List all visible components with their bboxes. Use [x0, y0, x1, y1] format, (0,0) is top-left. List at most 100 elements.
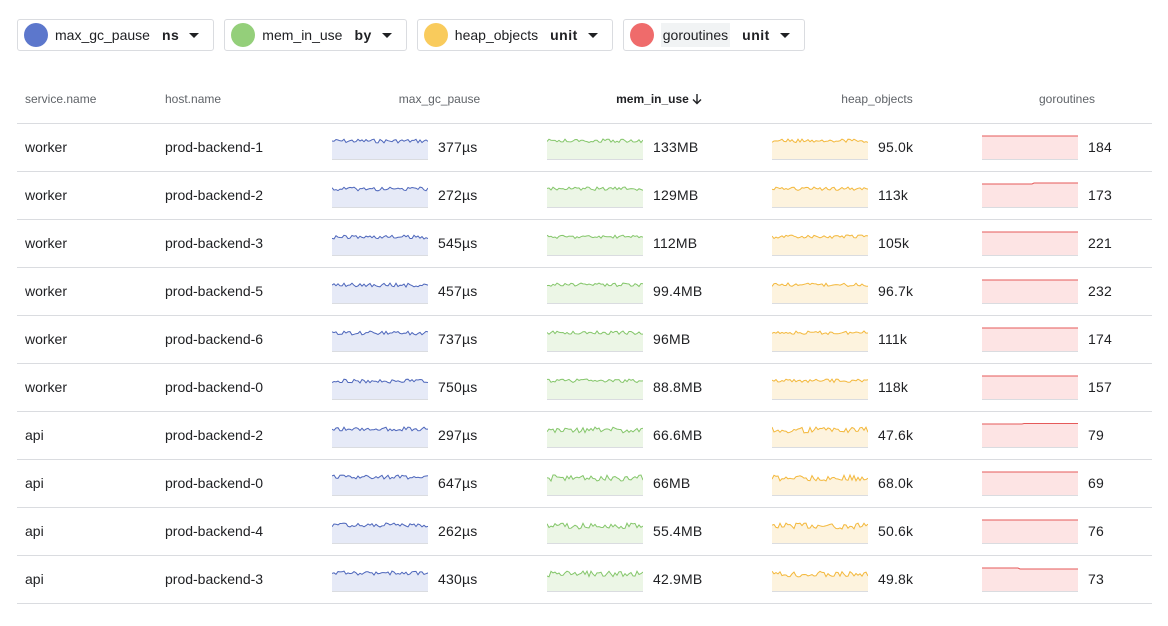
metric-value: 737µs	[438, 331, 478, 347]
metric-value: 88.8MB	[653, 379, 703, 395]
metric-cell-goroutines: 157	[982, 363, 1152, 412]
metric-value: 133MB	[653, 139, 699, 155]
service-name-cell: worker	[17, 219, 157, 268]
service-name-cell: api	[17, 411, 157, 460]
metrics-table: service.name host.name max_gc_pause mem_…	[17, 75, 1152, 604]
sparkline-area	[332, 523, 428, 544]
host-name-cell: prod-backend-3	[157, 555, 332, 604]
metric-cell-mem-in-use: 42.9MB	[547, 555, 772, 604]
metric-value: 55.4MB	[653, 523, 703, 539]
table-row[interactable]: api prod-backend-2 297µs 66.6MB 47.6k 79	[17, 411, 1152, 460]
metric-value: 545µs	[438, 235, 478, 251]
sparkline	[982, 135, 1078, 160]
metric-value: 96.7k	[878, 283, 914, 299]
sparkline-area	[772, 331, 868, 352]
column-header-mem-in-use[interactable]: mem_in_use	[547, 75, 772, 124]
sparkline	[982, 279, 1078, 304]
sparkline	[547, 186, 643, 208]
table-row[interactable]: worker prod-backend-0 750µs 88.8MB 118k 157	[17, 363, 1152, 412]
host-name-cell: prod-backend-1	[157, 123, 332, 172]
metric-cell-max-gc-pause: 647µs	[332, 459, 547, 508]
metric-name: heap_objects	[454, 27, 539, 43]
sparkline-area	[982, 520, 1078, 544]
metric-name: max_gc_pause	[55, 27, 150, 43]
metric-cell-goroutines: 73	[982, 555, 1152, 604]
metric-value: 221	[1088, 235, 1112, 251]
sparkline	[772, 138, 868, 160]
metric-value: 272µs	[438, 187, 478, 203]
service-name-cell: worker	[17, 123, 157, 172]
sparkline	[332, 186, 428, 208]
sparkline	[547, 234, 643, 256]
table-row[interactable]: worker prod-backend-6 737µs 96MB 111k 174	[17, 315, 1152, 364]
metric-cell-goroutines: 174	[982, 315, 1152, 364]
metric-chip-mem-in-use[interactable]: mem_in_use by	[224, 19, 407, 51]
sparkline-area	[772, 379, 868, 400]
metric-value: 157	[1088, 379, 1112, 395]
sparkline-area	[772, 427, 868, 448]
metric-chip-heap-objects[interactable]: heap_objects unit	[416, 19, 613, 51]
arrow-down-icon[interactable]	[691, 93, 703, 105]
column-header-max-gc-pause[interactable]: max_gc_pause	[332, 75, 547, 124]
chevron-down-icon[interactable]	[381, 32, 392, 38]
metric-value: 750µs	[438, 379, 478, 395]
metric-value: 105k	[878, 235, 910, 251]
table-row[interactable]: worker prod-backend-5 457µs 99.4MB 96.7k 232	[17, 267, 1152, 316]
metric-cell-max-gc-pause: 297µs	[332, 411, 547, 460]
sparkline	[547, 474, 643, 496]
metric-value: 118k	[878, 379, 909, 395]
sparkline	[332, 378, 428, 400]
column-header-label: max_gc_pause	[398, 91, 481, 106]
host-name-cell: prod-backend-5	[157, 267, 332, 316]
sparkline	[772, 378, 868, 400]
chevron-down-icon[interactable]	[779, 32, 790, 38]
unit-dropdown[interactable]: unit	[550, 27, 578, 43]
host-name-cell: prod-backend-4	[157, 507, 332, 556]
sparkline	[332, 522, 428, 544]
column-header-goroutines[interactable]: goroutines	[982, 75, 1152, 124]
table-row[interactable]: worker prod-backend-2 272µs 129MB 113k 173	[17, 171, 1152, 220]
sparkline	[772, 570, 868, 592]
metric-cell-mem-in-use: 129MB	[547, 171, 772, 220]
sparkline-area	[982, 568, 1078, 592]
sparkline-area	[772, 139, 868, 160]
sparkline	[332, 234, 428, 256]
column-header-service[interactable]: service.name	[17, 75, 157, 124]
metric-value: 112MB	[653, 235, 698, 251]
service-name-cell: api	[17, 459, 157, 508]
sparkline	[772, 330, 868, 352]
chevron-down-icon[interactable]	[587, 32, 598, 38]
host-name-cell: prod-backend-2	[157, 171, 332, 220]
metric-chip-max-gc-pause[interactable]: max_gc_pause ns	[17, 19, 215, 51]
unit-dropdown[interactable]: by	[354, 27, 371, 43]
sparkline	[982, 471, 1078, 496]
sparkline-area	[982, 232, 1078, 256]
metric-value: 184	[1088, 139, 1112, 155]
table-row[interactable]: api prod-backend-3 430µs 42.9MB 49.8k 73	[17, 555, 1152, 604]
chevron-down-icon[interactable]	[189, 32, 200, 38]
sparkline	[332, 426, 428, 448]
table-row[interactable]: api prod-backend-4 262µs 55.4MB 50.6k 76	[17, 507, 1152, 556]
metric-cell-mem-in-use: 88.8MB	[547, 363, 772, 412]
sparkline-area	[332, 475, 428, 496]
metric-cell-max-gc-pause: 750µs	[332, 363, 547, 412]
unit-dropdown[interactable]: ns	[162, 27, 179, 43]
metric-value: 73	[1088, 571, 1104, 587]
sparkline-area	[982, 183, 1078, 208]
sparkline-line	[982, 423, 1078, 425]
service-name-cell: worker	[17, 267, 157, 316]
table-row[interactable]: worker prod-backend-3 545µs 112MB 105k 221	[17, 219, 1152, 268]
metric-cell-heap-objects: 95.0k	[772, 123, 982, 172]
table-row[interactable]: api prod-backend-0 647µs 66MB 68.0k 69	[17, 459, 1152, 508]
sparkline	[547, 522, 643, 544]
service-name-cell: worker	[17, 315, 157, 364]
metric-chip-goroutines[interactable]: goroutines unit	[622, 19, 805, 51]
metric-cell-mem-in-use: 55.4MB	[547, 507, 772, 556]
metric-value: 377µs	[438, 139, 478, 155]
table-row[interactable]: worker prod-backend-1 377µs 133MB 95.0k 184	[17, 123, 1152, 172]
column-header-heap-objects[interactable]: heap_objects	[772, 75, 982, 124]
metric-cell-heap-objects: 118k	[772, 363, 982, 412]
unit-dropdown[interactable]: unit	[742, 27, 770, 43]
column-header-host[interactable]: host.name	[157, 75, 332, 124]
color-swatch-icon	[629, 23, 654, 47]
